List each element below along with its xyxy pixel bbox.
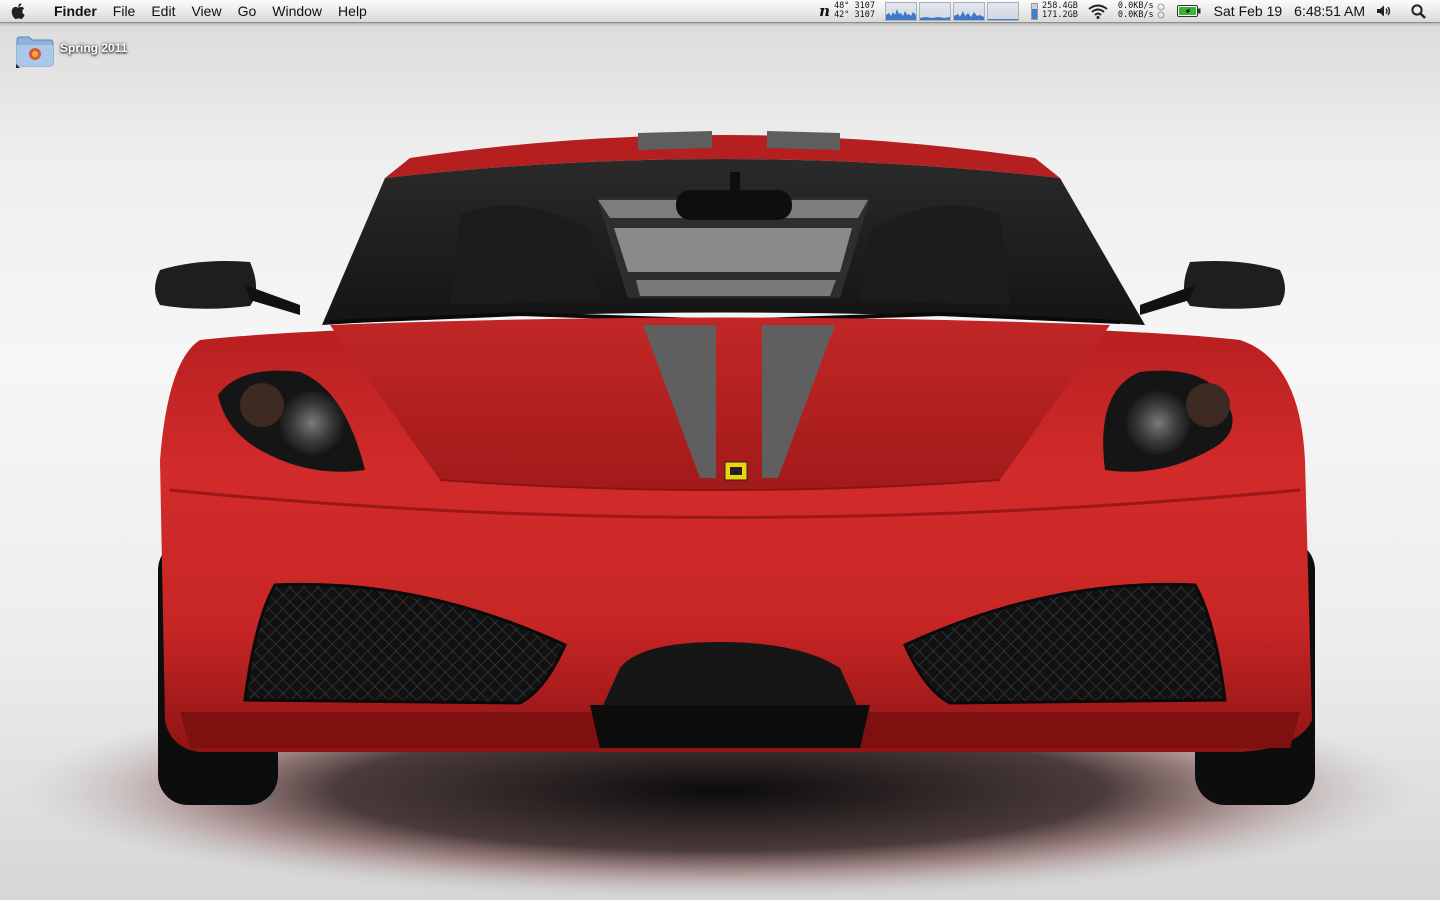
- apple-logo-icon[interactable]: [0, 0, 36, 22]
- wifi-icon[interactable]: [1088, 0, 1108, 22]
- battery-menu-extra[interactable]: [1175, 0, 1203, 22]
- time-label[interactable]: 6:48:51 AM: [1288, 0, 1371, 22]
- disk-usage-bar: [1031, 2, 1039, 20]
- spotlight-search-icon[interactable]: [1411, 0, 1426, 22]
- desktop: Finder File Edit View Go Window Help n 4…: [0, 0, 1440, 900]
- temp-line-2: 42° 3107: [834, 10, 876, 20]
- desktop-folder-spring-2011[interactable]: Spring 2011: [16, 34, 127, 68]
- network-graph-icon: [953, 1, 986, 21]
- net-line-2: 0.0KB/s: [1117, 10, 1154, 20]
- cpu-graph-icon: [885, 1, 918, 21]
- menu-window[interactable]: Window: [264, 0, 330, 22]
- desktop-item-label: Spring 2011: [60, 41, 128, 55]
- menu-help[interactable]: Help: [330, 0, 375, 22]
- volume-icon[interactable]: [1376, 0, 1392, 22]
- menu-file[interactable]: File: [105, 0, 144, 22]
- battery-icon: [1176, 5, 1201, 17]
- sensor-menu-extra[interactable]: n 48° 3107 42° 3107: [819, 0, 875, 22]
- n-app-icon: n: [819, 2, 831, 20]
- menu-app-finder[interactable]: Finder: [36, 0, 105, 22]
- disk-usage-fill: [1032, 8, 1038, 19]
- menu-bar: Finder File Edit View Go Window Help n 4…: [0, 0, 1440, 23]
- activity-graphs-menu-extra[interactable]: [885, 0, 1021, 22]
- network-arrows-icon: [1157, 3, 1165, 19]
- disk-line-2: 171.2GB: [1042, 10, 1078, 20]
- menu-edit[interactable]: Edit: [143, 0, 183, 22]
- wallpaper-car-image: [20, 131, 1420, 900]
- network-speed-menu-extra[interactable]: 0.0KB/s 0.0KB/s: [1118, 0, 1165, 22]
- menu-go[interactable]: Go: [230, 0, 265, 22]
- date-label[interactable]: Sat Feb 19: [1208, 0, 1289, 22]
- memory-graph-icon: [919, 1, 952, 21]
- folder-icon: [16, 36, 54, 68]
- disk-usage-menu-extra[interactable]: 258.4GB 171.2GB: [1031, 0, 1078, 22]
- menu-view[interactable]: View: [183, 0, 229, 22]
- disk-graph-icon: [987, 1, 1020, 21]
